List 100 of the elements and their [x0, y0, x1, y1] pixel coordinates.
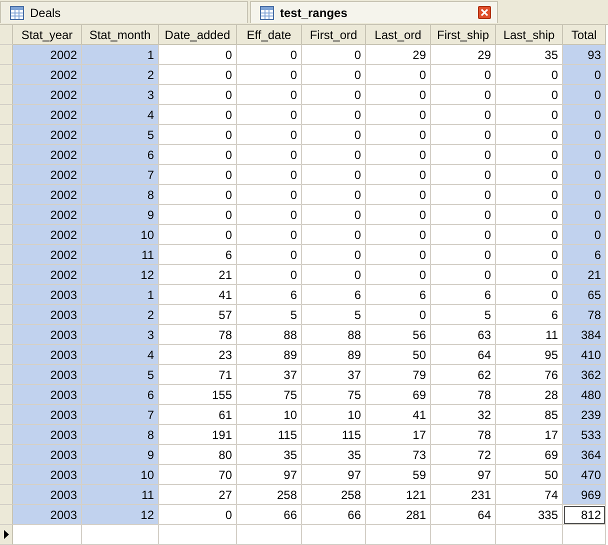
table-cell: 78 [431, 425, 496, 445]
table-cell: 2002 [13, 105, 82, 125]
table-cell: 0 [302, 105, 366, 125]
table-cell: 6 [82, 145, 159, 165]
table-cell: 70 [159, 465, 237, 485]
table-cell: 0 [302, 225, 366, 245]
table-cell: 5 [82, 365, 159, 385]
close-icon[interactable] [478, 6, 491, 19]
table-cell: 2002 [13, 265, 82, 285]
table-cell: 2003 [13, 405, 82, 425]
table-cell: 10 [82, 465, 159, 485]
empty-cell [563, 525, 606, 545]
table-cell: 0 [563, 225, 606, 245]
column-header[interactable]: Stat_month [82, 25, 159, 45]
table-cell: 0 [302, 65, 366, 85]
table-cell: 0 [563, 125, 606, 145]
table-cell: 6 [159, 245, 237, 265]
column-header[interactable]: Last_ship [496, 25, 563, 45]
table-cell: 0 [237, 125, 302, 145]
table-cell: 533 [563, 425, 606, 445]
table-cell: 59 [366, 465, 431, 485]
tab[interactable]: Deals [0, 1, 248, 23]
table-cell: 75 [237, 385, 302, 405]
table-cell: 362 [563, 365, 606, 385]
table-cell: 5 [237, 305, 302, 325]
column-header[interactable]: Stat_year [13, 25, 82, 45]
table-cell: 0 [431, 145, 496, 165]
column-header[interactable]: Total [563, 25, 606, 45]
table-cell: 6 [431, 285, 496, 305]
table-cell: 97 [302, 465, 366, 485]
table-cell: 62 [431, 365, 496, 385]
table-cell: 2003 [13, 505, 82, 525]
table-cell: 0 [159, 185, 237, 205]
table-cell: 0 [431, 205, 496, 225]
table-cell: 5 [302, 305, 366, 325]
table-cell: 75 [302, 385, 366, 405]
table-cell: 79 [366, 365, 431, 385]
table-cell: 115 [237, 425, 302, 445]
table-cell: 3 [82, 325, 159, 345]
table-cell: 4 [82, 345, 159, 365]
table-cell: 384 [563, 325, 606, 345]
table-cell: 73 [366, 445, 431, 465]
table-cell: 97 [237, 465, 302, 485]
table-cell: 0 [159, 65, 237, 85]
table-cell: 66 [237, 505, 302, 525]
table-cell: 57 [159, 305, 237, 325]
row-header[interactable] [0, 525, 13, 545]
table-cell: 5 [431, 305, 496, 325]
table-cell: 0 [237, 265, 302, 285]
table-cell: 88 [237, 325, 302, 345]
table-cell: 0 [366, 245, 431, 265]
column-header[interactable]: Date_added [159, 25, 237, 45]
table-cell: 2003 [13, 285, 82, 305]
column-header[interactable]: First_ord [302, 25, 366, 45]
table-cell: 115 [302, 425, 366, 445]
table-cell: 65 [563, 285, 606, 305]
table-cell: 2002 [13, 85, 82, 105]
table-cell: 21 [159, 265, 237, 285]
table-cell: 1 [82, 285, 159, 305]
table-cell: 0 [431, 225, 496, 245]
table-cell: 0 [159, 225, 237, 245]
table-cell: 80 [159, 445, 237, 465]
table-cell: 2002 [13, 125, 82, 145]
table-cell: 6 [366, 285, 431, 305]
table-cell: 89 [237, 345, 302, 365]
table-cell: 155 [159, 385, 237, 405]
table-cell: 35 [237, 445, 302, 465]
table-cell: 2003 [13, 465, 82, 485]
table-cell: 0 [563, 105, 606, 125]
table-cell: 0 [366, 105, 431, 125]
table-cell: 480 [563, 385, 606, 405]
table-cell: 191 [159, 425, 237, 445]
table-cell: 2002 [13, 65, 82, 85]
tab[interactable]: test_ranges [250, 1, 498, 23]
table-cell: 32 [431, 405, 496, 425]
table-cell: 0 [563, 165, 606, 185]
table-cell: 0 [159, 125, 237, 145]
table-cell: 2002 [13, 45, 82, 65]
column-header[interactable]: First_ship [431, 25, 496, 45]
table-cell: 71 [159, 365, 237, 385]
table-cell: 969 [563, 485, 606, 505]
table-cell: 0 [431, 65, 496, 85]
column-header[interactable]: Last_ord [366, 25, 431, 45]
table-cell: 0 [159, 85, 237, 105]
table-cell: 281 [366, 505, 431, 525]
table-cell: 0 [302, 45, 366, 65]
table-cell: 78 [431, 385, 496, 405]
table-cell: 64 [431, 345, 496, 365]
table-cell: 0 [563, 145, 606, 165]
table-cell: 41 [366, 405, 431, 425]
table-cell: 78 [563, 305, 606, 325]
table-cell: 2002 [13, 165, 82, 185]
table-cell: 0 [237, 245, 302, 265]
column-header[interactable]: Eff_date [237, 25, 302, 45]
table-cell: 2003 [13, 305, 82, 325]
table-icon [260, 6, 274, 20]
table-cell: 37 [302, 365, 366, 385]
table-cell: 0 [237, 205, 302, 225]
table-cell: 0 [159, 205, 237, 225]
table-cell: 10 [82, 225, 159, 245]
